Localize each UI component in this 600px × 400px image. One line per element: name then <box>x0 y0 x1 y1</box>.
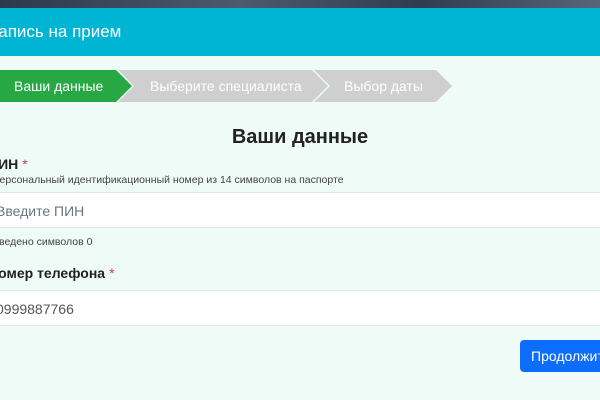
pin-label-text: ПИН <box>0 156 19 172</box>
required-mark: * <box>109 265 115 281</box>
step-label: Ваши данные <box>14 78 104 94</box>
required-mark: * <box>22 156 28 172</box>
step-your-data[interactable]: Ваши данные <box>0 70 132 102</box>
pin-placeholder: Введите ПИН <box>0 203 85 219</box>
phone-label: Номер телефона* <box>0 265 115 281</box>
phone-value: 0999887766 <box>0 301 74 317</box>
pin-input[interactable]: Введите ПИН <box>0 192 600 228</box>
modal-title: Запись на прием <box>0 22 122 41</box>
appointment-modal: Запись на прием Ваши данные Выберите спе… <box>0 8 600 400</box>
stepper: Ваши данные Выберите специалиста Выбор д… <box>0 70 600 102</box>
step-choose-specialist[interactable]: Выберите специалиста <box>118 70 328 102</box>
pin-label: ПИН* <box>0 156 28 172</box>
step-label: Выберите специалиста <box>150 78 302 94</box>
background-strip <box>0 0 600 8</box>
pin-hint: Персональный идентификационный номер из … <box>0 174 344 186</box>
phone-input[interactable]: 0999887766 <box>0 290 600 326</box>
continue-button[interactable]: Продолжить <box>520 340 600 372</box>
phone-label-text: Номер телефона <box>0 265 106 281</box>
pin-char-counter: Введено символов 0 <box>0 236 93 248</box>
modal-header: Запись на прием <box>0 8 600 56</box>
step-date-selection[interactable]: Выбор даты <box>314 70 452 102</box>
step-label: Выбор даты <box>344 78 424 94</box>
form-title: Ваши данные <box>231 126 369 148</box>
